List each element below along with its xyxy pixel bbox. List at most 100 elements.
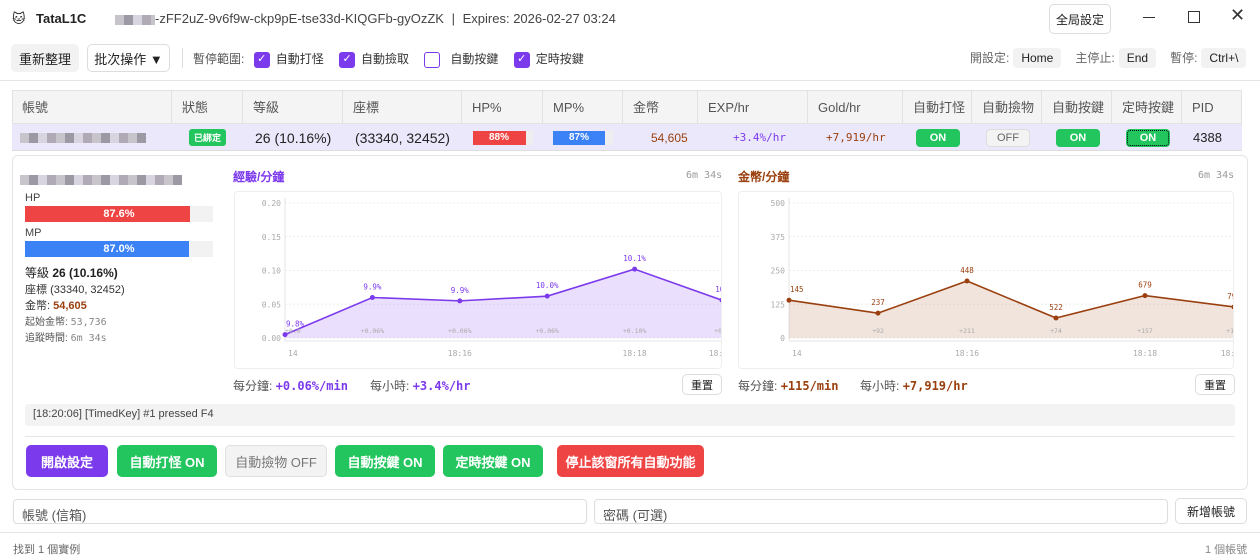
x-tick-label: 14 <box>288 349 298 358</box>
password-input[interactable]: 密碼 (可選) <box>594 499 1168 524</box>
delta-label: +0.06% <box>535 327 559 335</box>
detail-start-gold: 起始金幣: 53,736 <box>25 317 107 328</box>
hotkey-stop: End <box>1118 48 1157 68</box>
log-line: [18:20:06] [TimedKey] #1 pressed F4 <box>25 404 1235 426</box>
y-tick-label: 125 <box>771 300 786 309</box>
delta-label: +92 <box>872 327 884 335</box>
auto-pickup-toggle[interactable]: OFF <box>986 128 1030 147</box>
x-tick-label: 18:18 <box>623 349 647 358</box>
y-tick-label: 375 <box>771 233 786 242</box>
column-header[interactable]: 金幣 <box>623 91 698 124</box>
exp-per-min: 每分鐘: +0.06%/min <box>233 379 348 393</box>
toolbar-divider <box>0 80 1260 81</box>
point-label: 145 <box>790 285 804 294</box>
y-tick-label: 250 <box>771 267 786 276</box>
exp-per-hr: 每小時: +3.4%/hr <box>370 379 471 393</box>
mp-bar: 87% <box>553 130 613 145</box>
detail-gold: 金幣: 54,605 <box>25 300 87 312</box>
column-header[interactable]: HP% <box>462 91 543 124</box>
batch-operations-dropdown[interactable]: 批次操作 ▼ <box>87 44 170 72</box>
auto-pickup-button[interactable]: 自動撿物 OFF <box>225 445 327 477</box>
data-point <box>457 298 463 304</box>
exp-chart-title: 經驗/分鐘 <box>233 170 285 184</box>
column-header[interactable]: 帳號 <box>12 91 172 124</box>
timed-key-button[interactable]: 定時按鍵 ON <box>443 445 543 477</box>
minimize-button[interactable] <box>1143 17 1155 18</box>
x-tick-label: 18: <box>709 349 722 358</box>
coords-cell: (33340, 32452) <box>355 129 450 146</box>
point-label: 237 <box>871 298 885 307</box>
series-area <box>285 269 721 338</box>
hp-bar: 88% <box>473 130 533 145</box>
point-label: 522 <box>1049 303 1063 312</box>
delta-label: +211 <box>959 327 975 335</box>
divider <box>25 436 1235 437</box>
pause-scope: 暫停範圍: ✓ 自動打怪 ✓ 自動撿取 自動按鍵 ✓ 定時按鍵 <box>193 51 584 68</box>
gold-chart-title: 金幣/分鐘 <box>738 170 790 184</box>
status-badge: 已綁定 <box>189 129 227 146</box>
auto-attack-button[interactable]: 自動打怪 ON <box>117 445 217 477</box>
scope-timed-key-checkbox[interactable]: ✓ <box>513 51 530 68</box>
scope-auto-pickup-checkbox[interactable]: ✓ <box>339 51 356 68</box>
gold-reset-button[interactable]: 重置 <box>1195 374 1235 395</box>
stop-all-button[interactable]: 停止該窗所有自動功能 <box>557 445 704 477</box>
exp-reset-button[interactable]: 重置 <box>682 374 722 395</box>
data-point <box>544 293 550 299</box>
add-account-button[interactable]: 新增帳號 <box>1175 498 1247 524</box>
open-settings-button[interactable]: 開啟設定 <box>26 445 108 477</box>
point-label: 9.9% <box>363 283 382 292</box>
auto-attack-toggle[interactable]: ON <box>916 128 960 147</box>
gold-hr-cell: +7,919/hr <box>826 131 886 144</box>
column-header[interactable]: Gold/hr <box>808 91 903 124</box>
refresh-button[interactable]: 重新整理 <box>11 44 79 72</box>
y-tick-label: 0.00 <box>262 334 281 343</box>
global-settings-button[interactable]: 全局設定 <box>1049 4 1111 34</box>
column-header[interactable]: 定時按鍵 <box>1112 91 1182 124</box>
column-header[interactable]: 等級 <box>243 91 343 124</box>
point-label: 10. <box>715 285 722 294</box>
column-header[interactable]: 座標 <box>343 91 462 124</box>
column-header[interactable]: 自動按鍵 <box>1042 91 1112 124</box>
gold-cell: 54,605 <box>651 130 688 145</box>
x-tick-label: 18:16 <box>955 349 979 358</box>
auto-key-toggle[interactable]: ON <box>1056 128 1100 147</box>
x-tick-label: 18: <box>1221 349 1234 358</box>
masked-key <box>115 14 155 25</box>
scope-auto-attack-checkbox[interactable]: ✓ <box>253 51 270 68</box>
y-tick-label: 0.15 <box>262 233 281 242</box>
delta-label: +74 <box>1050 327 1062 335</box>
point-label: 10.0% <box>536 281 559 290</box>
y-tick-label: 0.05 <box>262 300 281 309</box>
hotkey-settings: Home <box>1013 48 1062 68</box>
x-tick-label: 18:16 <box>448 349 472 358</box>
delta-label: +0.10% <box>623 327 647 335</box>
point-label: 679 <box>1138 281 1152 290</box>
account-input[interactable]: 帳號 (信箱) <box>13 499 587 524</box>
data-point <box>369 295 375 300</box>
exp-chart: 0.000.050.100.150.209.8%+0.09.9%+0.06%9.… <box>234 191 722 369</box>
column-header[interactable]: EXP/hr <box>698 91 808 124</box>
detail-track-time: 追蹤時間: 6m 34s <box>25 333 107 344</box>
timed-key-toggle[interactable]: ON <box>1126 128 1170 147</box>
status-left: 找到 1 個實例 <box>13 544 81 556</box>
column-header[interactable]: 自動打怪 <box>903 91 972 124</box>
close-button[interactable]: ✕ <box>1230 5 1245 26</box>
app-logo-icon: 🐱 <box>12 11 26 26</box>
delta-label: +0.0 <box>285 327 301 335</box>
point-label: 10.1% <box>623 254 646 263</box>
exp-elapsed: 6m 34s <box>686 170 723 181</box>
maximize-button[interactable] <box>1188 11 1200 23</box>
gold-per-min: 每分鐘: +115/min <box>738 379 839 393</box>
column-header[interactable]: 自動撿物 <box>972 91 1042 124</box>
account-name-masked <box>20 124 146 151</box>
delta-label: +0.06% <box>448 327 472 335</box>
column-header[interactable]: MP% <box>543 91 623 124</box>
y-tick-label: 500 <box>771 199 786 208</box>
column-header[interactable]: PID <box>1182 91 1242 124</box>
x-tick-label: 14 <box>792 349 802 358</box>
hotkey-pause: Ctrl+\ <box>1201 48 1247 68</box>
column-header[interactable]: 狀態 <box>172 91 243 124</box>
status-bar <box>0 532 1260 533</box>
auto-key-button[interactable]: 自動按鍵 ON <box>335 445 435 477</box>
scope-auto-key-checkbox[interactable] <box>424 51 441 68</box>
